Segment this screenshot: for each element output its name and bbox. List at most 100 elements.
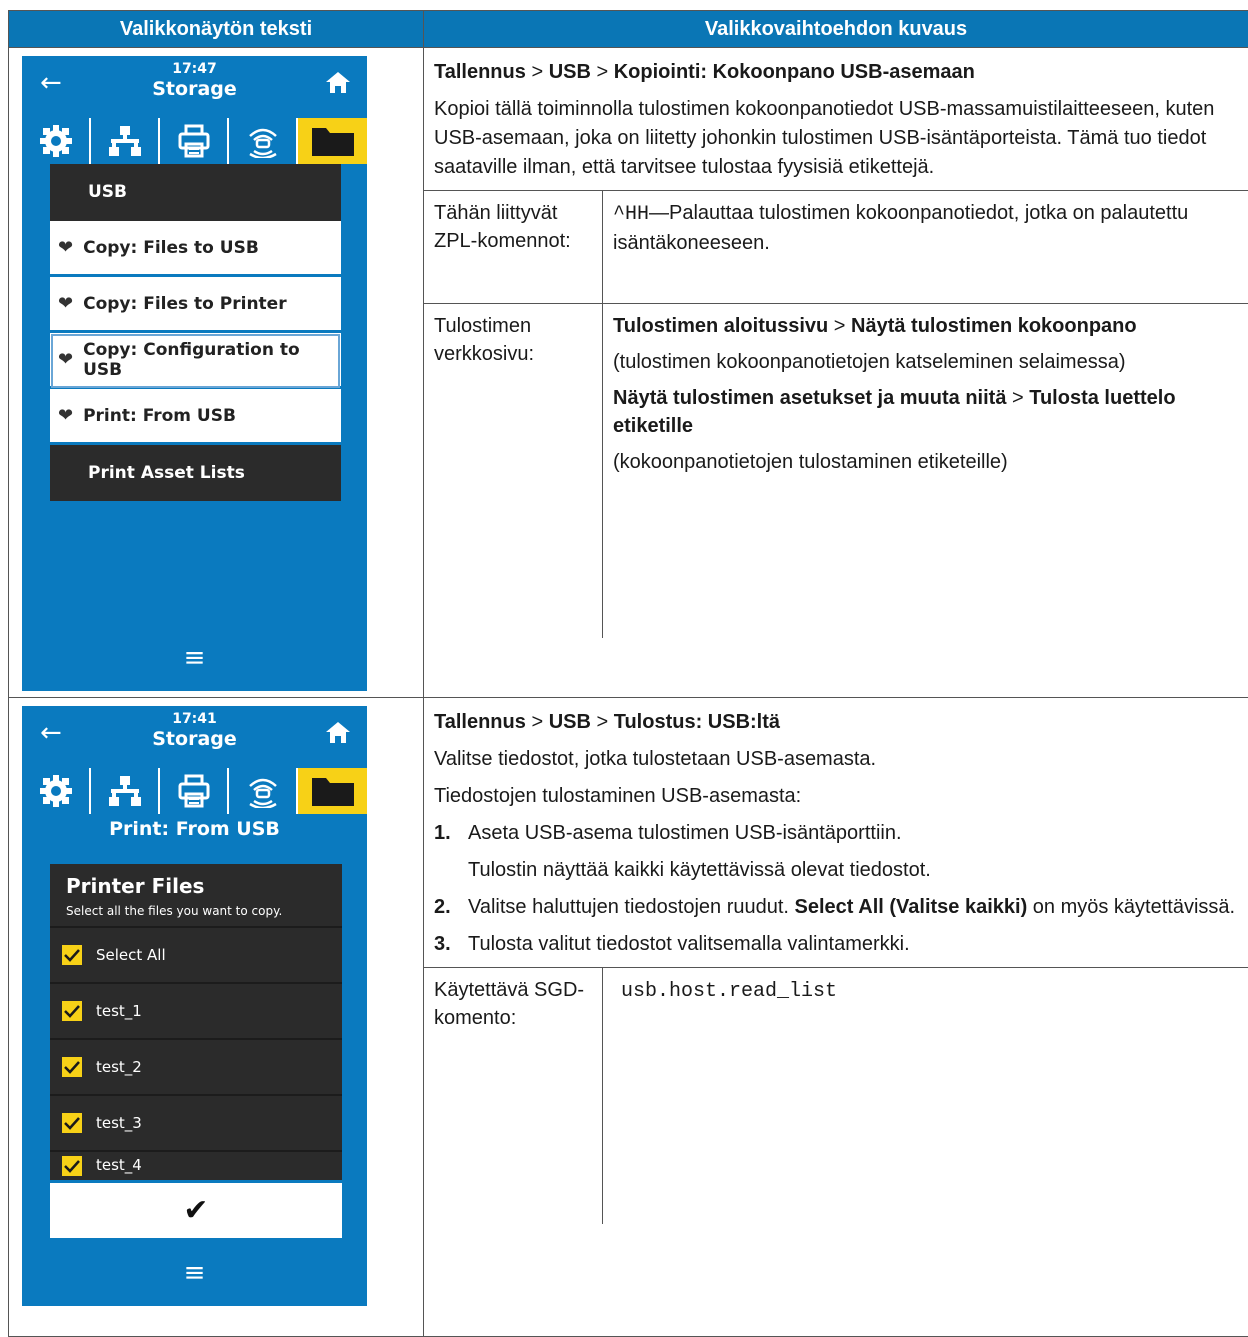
checkbox-label: Select All <box>96 946 166 964</box>
screenshot-cell: ← 17:47 Storage <box>9 48 424 698</box>
checkbox-checked-icon <box>62 1113 82 1133</box>
zpl-text: —Palauttaa tulostimen kokoonpanotiedot, … <box>613 202 1188 254</box>
screen-header: ← 17:41 Storage <box>22 706 367 766</box>
web-note-1: (tulostimen kokoonpanotietojen katselemi… <box>613 348 1238 376</box>
sgd-label: Käytettävä SGD-komento: <box>424 968 603 1225</box>
tab-storage[interactable] <box>298 118 367 164</box>
screen-tab-bar <box>22 118 367 164</box>
tab-network[interactable] <box>91 118 160 164</box>
step-number: 3. <box>434 930 451 959</box>
home-icon[interactable] <box>325 720 351 744</box>
menu-item-label: Copy: Files to USB <box>83 238 259 258</box>
menu-item-print-from-usb[interactable]: ❤Print: From USB <box>50 389 341 445</box>
web-path-1: Tulostimen aloitussivu > Näytä tulostime… <box>613 312 1238 340</box>
step: 3. Tulosta valitut tiedostot valitsemalla… <box>434 930 1238 959</box>
path-segment: USB <box>549 711 591 733</box>
menu-title: USB <box>50 164 341 221</box>
gear-icon <box>39 774 73 808</box>
menu-item-label: Print: From USB <box>83 406 236 426</box>
hamburger-menu-icon[interactable]: ≡ <box>22 1258 367 1288</box>
zpl-value: ^HH—Palauttaa tulostimen kokoonpanotiedo… <box>603 191 1248 304</box>
step-number: 1. <box>434 819 451 848</box>
sgd-value: usb.host.read_list <box>603 968 1248 1225</box>
checkbox-label: test_4 <box>96 1156 142 1174</box>
network-icon <box>108 774 142 808</box>
step-text: Aseta USB-asema tulostimen USB-isäntäpor… <box>468 822 902 844</box>
path-segment: Näytä tulostimen kokoonpano <box>851 315 1137 337</box>
path-segment: Tallennus <box>434 711 526 733</box>
tab-network[interactable] <box>91 768 160 814</box>
step-result: Tulostin näyttää kaikki käytettävissä ol… <box>468 856 1238 885</box>
zpl-label: Tähän liittyvät ZPL-komennot: <box>424 191 603 304</box>
checkbox-select-all[interactable]: Select All <box>50 926 342 982</box>
menu-item-copy-configuration-to-usb[interactable]: ❤ Copy: Configuration to USB <box>50 333 341 389</box>
home-icon[interactable] <box>325 70 351 94</box>
column-header-description: Valikkovaihtoehdon kuvaus <box>424 11 1248 48</box>
tab-wireless[interactable] <box>229 768 298 814</box>
menu-item-label: Copy: Configuration to USB <box>83 340 341 380</box>
menu-item-print-asset-lists[interactable]: Print Asset Lists <box>50 445 341 501</box>
zpl-code: ^HH <box>613 203 649 226</box>
description-block: Tallennus > USB > Kopiointi: Kokoonpano … <box>424 48 1248 182</box>
menu-item-label: Copy: Files to Printer <box>83 294 287 314</box>
step-text: Tulosta valitut tiedostot valitsemalla v… <box>468 933 910 955</box>
path-separator: > <box>596 61 608 83</box>
tab-printer[interactable] <box>160 118 229 164</box>
path-separator: > <box>531 61 543 83</box>
tab-printer[interactable] <box>160 768 229 814</box>
menu-reference-table: Valikkonäytön teksti Valikkovaihtoehdon … <box>8 10 1248 1337</box>
panel-subtitle: Select all the files you want to copy. <box>66 904 328 918</box>
network-icon <box>108 124 142 158</box>
checkbox-file[interactable]: test_4 <box>50 1150 342 1180</box>
favorite-heart-icon: ❤ <box>58 349 73 370</box>
related-commands-table: Tähän liittyvät ZPL-komennot: ^HH—Palaut… <box>424 190 1248 638</box>
description-text: Kopioi tällä toiminnolla tulostimen koko… <box>434 95 1238 182</box>
checkbox-file[interactable]: test_3 <box>50 1094 342 1150</box>
step-text: Valitse haluttujen tiedostojen ruudut. <box>468 896 795 918</box>
panel-header: Printer Files Select all the files you w… <box>50 864 342 926</box>
tab-settings[interactable] <box>22 768 91 814</box>
path-separator: > <box>596 711 608 733</box>
screenshot-cell: ← 17:41 Storage <box>9 698 424 1337</box>
confirm-checkmark-button[interactable]: ✔ <box>50 1183 342 1238</box>
printer-icon <box>177 774 211 808</box>
menu-item-copy-files-to-printer[interactable]: ❤ Copy: Files to Printer <box>50 277 341 333</box>
checkbox-label: test_3 <box>96 1114 142 1132</box>
path-segment: Näytä tulostimen asetukset ja muuta niit… <box>613 387 1006 409</box>
intro-text-1: Valitse tiedostot, jotka tulostetaan USB… <box>434 745 1238 774</box>
screen-tab-bar <box>22 768 367 814</box>
folder-icon <box>310 124 356 158</box>
checkbox-checked-icon <box>62 1057 82 1077</box>
tab-storage[interactable] <box>298 768 367 814</box>
description-block: Tallennus > USB > Tulostus: USB:ltä Vali… <box>424 698 1248 959</box>
screen-time: 17:47 <box>22 62 367 77</box>
step-number: 2. <box>434 893 451 922</box>
wireless-icon <box>246 774 280 808</box>
checkbox-file[interactable]: test_2 <box>50 1038 342 1094</box>
favorite-heart-icon: ❤ <box>58 293 73 314</box>
printer-icon <box>177 124 211 158</box>
tab-settings[interactable] <box>22 118 91 164</box>
checkbox-label: test_1 <box>96 1002 142 1020</box>
gear-icon <box>39 124 73 158</box>
checkbox-file[interactable]: test_1 <box>50 982 342 1038</box>
printer-screen: ← 17:41 Storage <box>22 706 367 1306</box>
path-segment: Kopiointi: Kokoonpano USB-asemaan <box>614 61 975 83</box>
step-text: on myös käytettävissä. <box>1027 896 1235 918</box>
web-note-2: (kokoonpanotietojen tulostaminen etikete… <box>613 448 1238 476</box>
path-segment: Tulostimen aloitussivu <box>613 315 828 337</box>
checkbox-checked-icon <box>62 1001 82 1021</box>
screen-header: ← 17:47 Storage <box>22 56 367 116</box>
panel-title: Printer Files <box>66 874 328 898</box>
menu-path: Tallennus > USB > Tulostus: USB:ltä <box>434 708 1238 737</box>
step: 2. Valitse haluttujen tiedostojen ruudut.… <box>434 893 1238 922</box>
checkbox-checked-icon <box>62 945 82 965</box>
sgd-code: usb.host.read_list <box>621 980 837 1003</box>
menu-item-copy-files-to-usb[interactable]: ❤ Copy: Files to USB <box>50 221 341 277</box>
hamburger-menu-icon[interactable]: ≡ <box>22 643 367 673</box>
path-separator: > <box>531 711 543 733</box>
favorite-heart-icon: ❤ <box>58 237 73 258</box>
path-segment: Tulostus: USB:ltä <box>614 711 780 733</box>
intro-text-2: Tiedostojen tulostaminen USB-asemasta: <box>434 782 1238 811</box>
tab-wireless[interactable] <box>229 118 298 164</box>
